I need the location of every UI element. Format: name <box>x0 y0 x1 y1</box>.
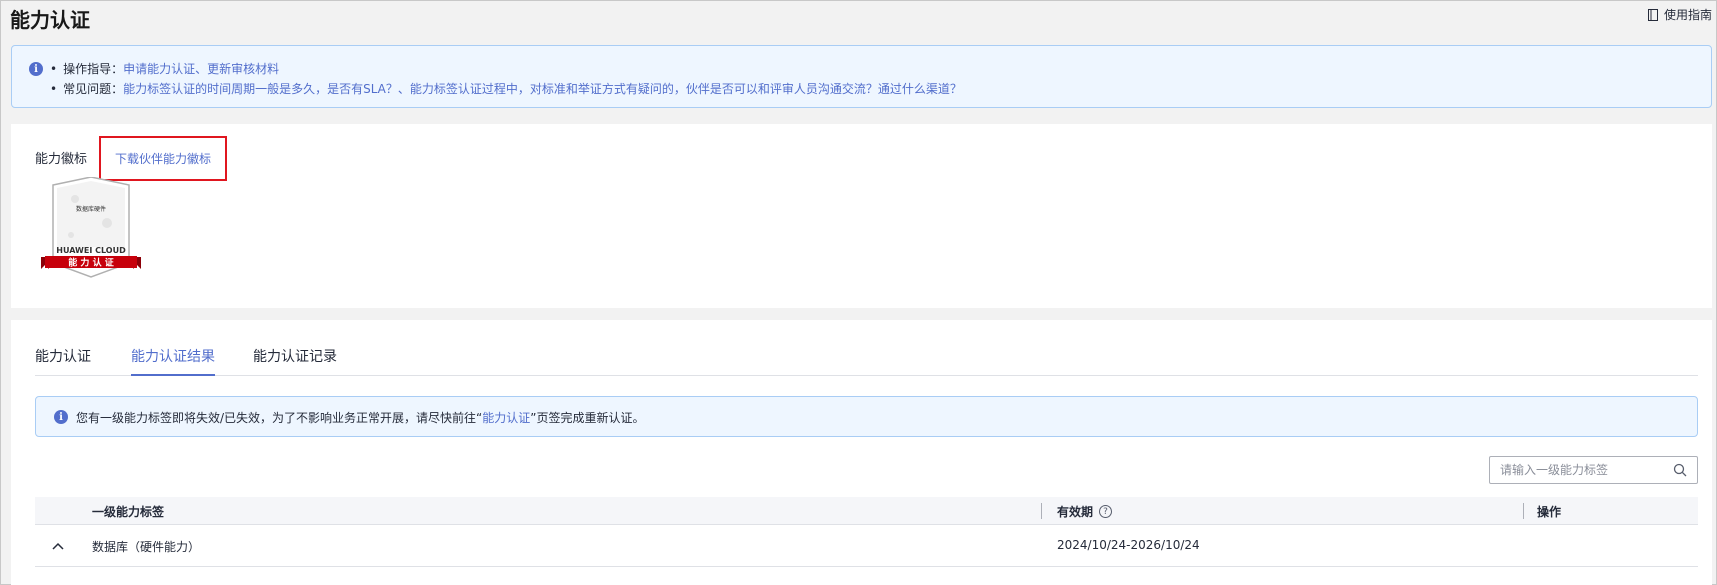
guide-notice: i • 操作指导：申请能力认证、更新审核材料 • 常见问题：能力标签认证的时间周期一… <box>11 45 1712 108</box>
column-header-validity: 有效期 ? <box>1057 503 1113 520</box>
search-box <box>1489 456 1698 484</box>
row-validity: 2024/10/24-2026/10/24 <box>1057 538 1200 552</box>
column-divider[interactable] <box>1523 503 1524 519</box>
table-header: 一级能力标签 有效期 ? 操作 <box>35 497 1698 525</box>
user-guide-label: 使用指南 <box>1663 8 1712 22</box>
tab-bar: 能力认证 能力认证结果 能力认证记录 <box>35 346 1698 376</box>
column-header-label: 一级能力标签 <box>92 505 165 519</box>
download-badge-link[interactable]: 下载伙伴能力徽标 <box>99 136 227 181</box>
book-icon <box>1647 8 1658 21</box>
badge-ribbon-text: 能 力 认 证 <box>68 257 113 269</box>
tab-capability-cert[interactable]: 能力认证 <box>35 346 91 374</box>
badge-card: 能力徽标 下载伙伴能力徽标 数据库硬件 HUAWEI CLOUD 能 力 认 证 <box>11 124 1712 308</box>
info-icon: i <box>54 410 68 424</box>
warning-text: 您有一级能力标签即将失效/已失效，为了不影响业务正常开展，请尽快前往“能力认证”… <box>76 411 645 425</box>
notice-line-faq: • 常见问题：能力标签认证的时间周期一般是多久，是否有SLA？、能力标签认证过程中… <box>50 82 962 96</box>
help-icon[interactable]: ? <box>1099 505 1113 518</box>
tab-cert-records[interactable]: 能力认证记录 <box>253 346 337 374</box>
table-row: 数据库（硬件能力） 2024/10/24-2026/10/24 <box>35 525 1698 567</box>
search-input[interactable] <box>1500 462 1660 478</box>
expiry-warning: i 您有一级能力标签即将失效/已失效，为了不影响业务正常开展，请尽快前往“能力认… <box>35 396 1698 437</box>
result-card: 能力认证 能力认证结果 能力认证记录 i 您有一级能力标签即将失效/已失效，为了… <box>11 320 1712 585</box>
badge-brand-text: HUAWEI CLOUD <box>56 246 126 255</box>
notice-guide-prefix: 操作指导： <box>63 62 124 76</box>
info-icon: i <box>29 62 43 76</box>
capability-badge: 数据库硬件 HUAWEI CLOUD 能 力 认 证 <box>41 177 141 278</box>
row-label: 数据库（硬件能力） <box>92 540 201 554</box>
page-title: 能力认证 <box>10 8 90 32</box>
notice-guide-links[interactable]: 申请能力认证、更新审核材料 <box>123 62 279 76</box>
search-icon[interactable] <box>1673 463 1687 477</box>
column-divider[interactable] <box>1041 503 1042 519</box>
badge-category-text: 数据库硬件 <box>76 205 106 213</box>
badge-section-label: 能力徽标 <box>35 152 88 167</box>
user-guide-link[interactable]: 使用指南 <box>1647 6 1712 23</box>
chevron-up-icon[interactable] <box>51 539 65 553</box>
notice-faq-prefix: 常见问题： <box>63 82 124 96</box>
notice-line-guide: • 操作指导：申请能力认证、更新审核材料 <box>50 62 280 76</box>
column-header-action: 操作 <box>1537 505 1562 519</box>
warning-cert-link[interactable]: 能力认证 <box>482 411 530 425</box>
notice-faq-links[interactable]: 能力标签认证的时间周期一般是多久，是否有SLA？、能力标签认证过程中，对标准和举… <box>123 82 962 96</box>
tab-cert-results[interactable]: 能力认证结果 <box>131 346 215 376</box>
